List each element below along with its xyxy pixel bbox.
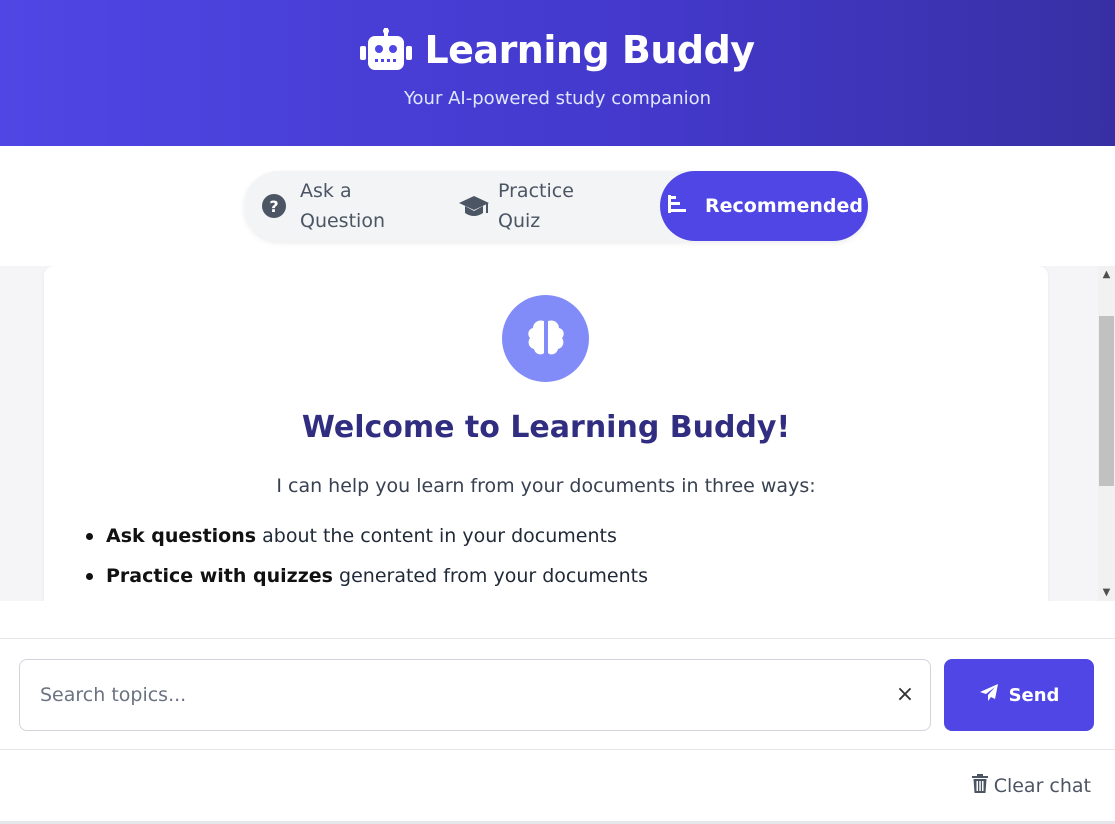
tab-recommended[interactable]: Recommended [660, 171, 868, 241]
tab-ask-question[interactable]: ? Ask a Question [260, 171, 430, 241]
send-button[interactable]: Send [944, 659, 1094, 731]
input-bar: × Send [0, 638, 1115, 750]
clear-chat-button[interactable]: Clear chat [971, 774, 1091, 798]
search-input[interactable] [20, 660, 880, 730]
clear-chat-label: Clear chat [993, 775, 1091, 797]
scroll-thumb[interactable] [1099, 316, 1114, 486]
brain-avatar [502, 295, 589, 382]
feature-list: Ask questions about the content in your … [86, 522, 648, 601]
trash-icon [971, 774, 988, 798]
footer: Clear chat [0, 750, 1115, 824]
tab-practice-quiz[interactable]: Practice Quiz [458, 171, 648, 241]
welcome-intro: I can help you learn from your documents… [276, 475, 816, 497]
app-subtitle: Your AI-powered study companion [403, 88, 712, 109]
clear-search-icon[interactable]: × [892, 681, 918, 709]
mode-tabs: ? Ask a Question Practice Quiz Recommend… [244, 171, 868, 241]
list-item: Ask questions about the content in your … [86, 522, 648, 562]
brain-icon [525, 317, 567, 361]
robot-icon [360, 28, 413, 72]
title-row: Learning Buddy [0, 28, 1115, 72]
welcome-title: Welcome to Learning Buddy! [301, 410, 791, 445]
list-item: Practice with quizzes generated from you… [86, 562, 648, 601]
app-title: Learning Buddy [424, 28, 755, 72]
send-label: Send [1008, 684, 1060, 706]
search-box: × [19, 659, 931, 731]
question-circle-icon: ? [260, 192, 288, 220]
svg-text:?: ? [269, 197, 278, 216]
scroll-down-icon[interactable]: ▼ [1098, 584, 1115, 601]
graduation-cap-icon [458, 192, 489, 220]
chat-content: Welcome to Learning Buddy! I can help yo… [0, 266, 1115, 601]
list-icon [665, 192, 693, 220]
tab-recommended-label: Recommended [705, 195, 863, 217]
paper-plane-icon [979, 683, 999, 708]
content-scrollbar[interactable]: ▲ ▼ [1098, 266, 1115, 601]
app-header: Learning Buddy Your AI-powered study com… [0, 0, 1115, 146]
tab-practice-quiz-label: Practice Quiz [498, 180, 574, 232]
scroll-up-icon[interactable]: ▲ [1098, 266, 1115, 283]
welcome-card: Welcome to Learning Buddy! I can help yo… [44, 266, 1048, 601]
tab-area: ? Ask a Question Practice Quiz Recommend… [0, 146, 1115, 266]
tab-ask-question-label: Ask a Question [300, 180, 385, 232]
